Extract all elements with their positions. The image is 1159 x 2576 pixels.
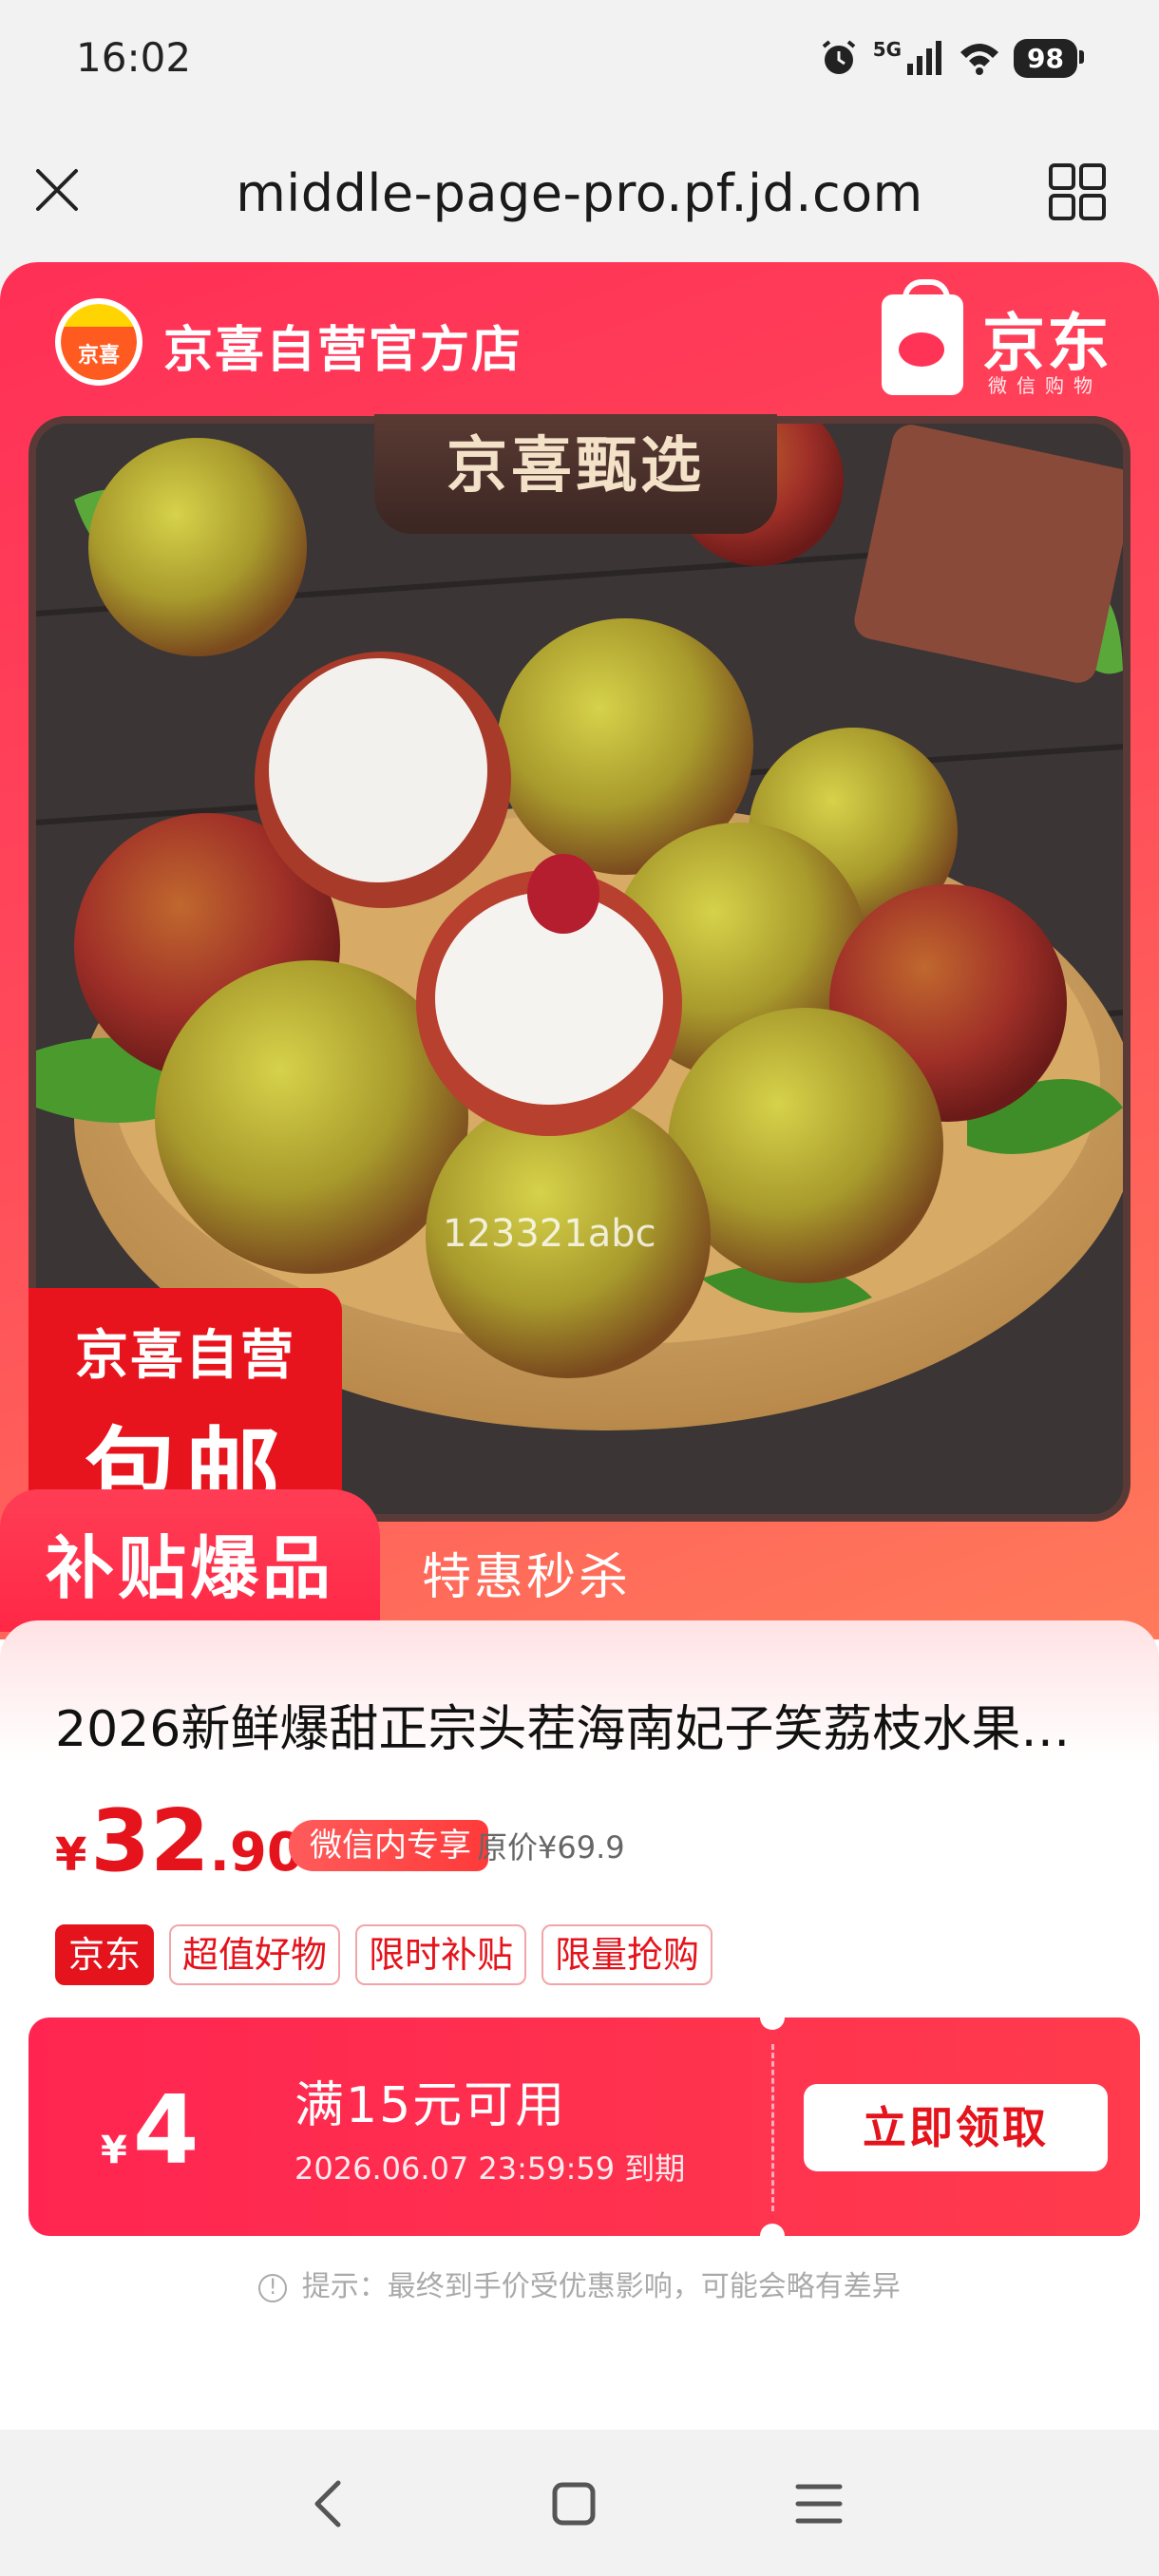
system-nav-bar	[0, 2430, 1159, 2576]
tip-text: 提示：最终到手价受优惠影响，可能会略有差异	[301, 2270, 901, 2303]
shop-logo-text: 京喜	[77, 344, 120, 368]
recents-menu-icon[interactable]	[788, 2473, 849, 2534]
price-integer: 32	[90, 1791, 210, 1891]
coupon-notch-bottom	[760, 2224, 785, 2248]
coupon-expiry: 2026.06.07 23:59:59 到期	[294, 2150, 686, 2187]
status-icons: 5G 98	[818, 34, 1084, 82]
tag-value: 超值好物	[169, 1924, 341, 1985]
network-label: 5G	[872, 38, 902, 61]
status-bar: 16:02 5G 98	[0, 0, 1159, 123]
url-text: middle-page-pro.pf.jd.com	[236, 163, 923, 223]
wifi-icon	[960, 44, 999, 75]
coupon-divider	[771, 2044, 774, 2211]
price: ¥ 32 .90	[55, 1791, 304, 1891]
menu-grid-icon[interactable]	[1047, 161, 1108, 222]
shop-logo[interactable]: 京喜	[55, 298, 142, 386]
coupon-card: ¥ 4 满15元可用 2026.06.07 23:59:59 到期 立即领取	[28, 2005, 1140, 2248]
shop-name[interactable]: 京喜自营官方店	[163, 310, 522, 381]
tag-limited-grab: 限量抢购	[542, 1924, 713, 1985]
coupon-notch-top	[760, 2005, 785, 2030]
info-icon: !	[258, 2273, 288, 2302]
back-icon[interactable]	[300, 2473, 361, 2534]
status-time: 16:02	[76, 34, 192, 81]
signal-icon	[907, 41, 942, 75]
tag-list: 京东 超值好物 限时补贴 限量抢购	[55, 1924, 713, 1985]
home-icon[interactable]	[543, 2473, 604, 2534]
tag-jd: 京东	[55, 1924, 155, 1985]
product-title[interactable]: 2026新鲜爆甜正宗头茬海南妃子笑荔枝水果当季	[55, 1689, 1119, 1760]
shopping-bag-icon	[882, 279, 963, 395]
price-symbol: ¥	[55, 1828, 87, 1882]
banner-tag: 京喜甄选	[374, 414, 777, 534]
claim-coupon-button[interactable]: 立即领取	[804, 2084, 1108, 2171]
jd-brand-sub: 微信购物	[988, 374, 1102, 397]
image-watermark: 123321abc	[443, 1212, 656, 1256]
badge-line1: 京喜自营	[75, 1325, 295, 1387]
coupon-value: 4	[132, 2074, 200, 2186]
coupon-amount: ¥ 4	[101, 2074, 199, 2186]
jd-logo: 京东 微信购物	[882, 279, 1119, 405]
coupon-symbol: ¥	[101, 2129, 127, 2172]
subsidy-tab: 补贴爆品	[0, 1489, 380, 1632]
alarm-icon	[822, 40, 855, 74]
flash-sale-label: 特惠秒杀	[422, 1549, 632, 1606]
tag-limited-subsidy: 限时补贴	[355, 1924, 527, 1985]
battery-indicator: 98	[1014, 38, 1084, 78]
price-tip: ! 提示：最终到手价受优惠影响，可能会略有差异	[0, 2263, 1159, 2304]
free-shipping-badge: 京喜自营 包邮	[28, 1288, 342, 1528]
browser-toolbar: middle-page-pro.pf.jd.com	[0, 123, 1159, 266]
wechat-exclusive-badge: 微信内专享	[289, 1820, 488, 1871]
original-price: 原价¥69.9	[477, 1829, 625, 1866]
coupon-condition: 满15元可用	[294, 2077, 567, 2134]
